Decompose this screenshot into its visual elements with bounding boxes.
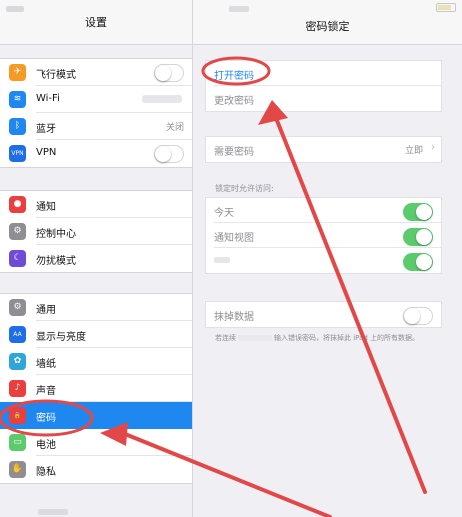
sidebar-item-wallpaper[interactable]: ✿ 墙纸 [0,348,192,375]
blurred-status [6,6,24,12]
wallpaper-icon: ✿ [9,353,26,370]
notifications-view-row: 通知视图 [206,223,441,248]
require-passcode-value: 立即 [404,146,423,156]
erase-data-note: 若连续 输入错误密码，将抹掉此 iPad 上的所有数据。 [215,333,450,343]
sidebar-item-label: 电池 [36,440,56,451]
chevron-right-icon: › [431,142,435,153]
sidebar-item-label: 蓝牙 [36,124,56,135]
sidebar-item-wifi[interactable]: ≋ Wi-Fi [0,86,192,113]
sidebar-item-label: VPN [36,147,57,158]
sidebar-item-label: 隐私 [36,467,56,478]
turn-passcode-on-row[interactable]: 打开密码 [206,61,441,86]
sidebar-item-do-not-disturb[interactable]: ☾ 勿扰模式 [0,245,192,272]
sidebar-item-notifications[interactable]: ● 通知 [0,191,192,218]
blurred-label [214,257,230,263]
control-center-icon: ⚙ [9,223,26,240]
erase-data-toggle[interactable] [403,307,433,325]
require-passcode-row[interactable]: 需要密码 立即 › [206,137,441,162]
display-icon: AA [9,326,26,343]
blurred-status [229,6,249,12]
sidebar-item-passcode[interactable]: 🔒 密码 [0,402,192,429]
sidebar-nav-bar: 设置 [0,0,192,45]
sidebar-group-system: ⚙ 通用 AA 显示与亮度 ✿ 墙纸 ♪ 声音 🔒 密码 ▭ 电池 ✋ 隐私 [0,293,192,484]
sidebar-item-label: 勿扰模式 [36,256,76,267]
settings-sidebar: 设置 ✈ 飞行模式 ≋ Wi-Fi ᛒ 蓝牙 关闭 VPN VPN ● 通知 ⚙ 控制中心 ☾ 勿扰模式 … [0,0,193,517]
require-passcode-group: 需要密码 立即 › [205,136,442,163]
sidebar-item-privacy[interactable]: ✋ 隐私 [0,456,192,483]
settings-screen: 设置 ✈ 飞行模式 ≋ Wi-Fi ᛒ 蓝牙 关闭 VPN VPN ● 通知 ⚙ 控制中心 ☾ 勿扰模式 … [0,0,462,517]
erase-data-group: 抹掉数据 [205,301,442,328]
sidebar-item-bluetooth[interactable]: ᛒ 蓝牙 关闭 [0,113,192,140]
sidebar-item-airplane[interactable]: ✈ 飞行模式 [0,59,192,86]
turn-passcode-on-label: 打开密码 [214,71,254,82]
today-label: 今天 [214,208,234,219]
allow-access-header: 锁定时允许访问: [215,184,274,193]
airplane-toggle[interactable] [154,64,184,82]
passcode-icon: 🔒 [9,407,26,424]
sidebar-item-general[interactable]: ⚙ 通用 [0,294,192,321]
general-icon: ⚙ [9,299,26,316]
allow-access-group: 今天 通知视图 [205,197,442,274]
passcode-actions-group: 打开密码 更改密码 [205,60,442,112]
change-passcode-row[interactable]: 更改密码 [206,86,441,111]
today-toggle[interactable] [403,203,433,221]
sidebar-item-control-center[interactable]: ⚙ 控制中心 [0,218,192,245]
change-passcode-label: 更改密码 [214,96,254,107]
sidebar-item-display[interactable]: AA 显示与亮度 [0,321,192,348]
sidebar-item-label: 通知 [36,202,56,213]
sidebar-item-label: 通用 [36,305,56,316]
sidebar-item-label: Wi-Fi [36,93,60,104]
privacy-icon: ✋ [9,461,26,478]
bluetooth-icon: ᛒ [9,118,26,135]
sidebar-item-sounds[interactable]: ♪ 声音 [0,375,192,402]
siri-row [206,248,441,273]
battery-icon: ▭ [9,434,26,451]
today-row: 今天 [206,198,441,223]
sidebar-item-label: 飞行模式 [36,70,76,81]
battery-indicator-icon [436,3,456,12]
erase-note-prefix: 若连续 [215,334,236,342]
siri-toggle[interactable] [403,253,433,271]
require-passcode-label: 需要密码 [214,147,254,158]
sidebar-item-label: 声音 [36,386,56,397]
sidebar-item-label: 控制中心 [36,229,76,240]
sidebar-item-label: 显示与亮度 [36,332,86,343]
notifications-icon: ● [9,196,26,213]
wifi-icon: ≋ [9,91,26,108]
notifications-view-label: 通知视图 [214,233,254,244]
vpn-icon: VPN [9,145,26,162]
sounds-icon: ♪ [9,380,26,397]
notifications-view-toggle[interactable] [403,228,433,246]
sidebar-item-value: 关闭 [165,123,184,133]
sidebar-group-connectivity: ✈ 飞行模式 ≋ Wi-Fi ᛒ 蓝牙 关闭 VPN VPN [0,58,192,168]
sidebar-item-label: 墙纸 [36,359,56,370]
airplane-icon: ✈ [9,64,26,81]
sidebar-group-notifications: ● 通知 ⚙ 控制中心 ☾ 勿扰模式 [0,190,192,273]
sidebar-item-battery[interactable]: ▭ 电池 [0,429,192,456]
erase-data-label: 抹掉数据 [214,312,254,323]
do-not-disturb-icon: ☾ [9,250,26,267]
sidebar-item-label: 密码 [36,413,56,424]
blurred-footer [38,509,68,515]
detail-nav-bar: 密码锁定 [193,0,462,45]
erase-note-suffix: 输入错误密码，将抹掉此 iPad 上的所有数据。 [274,334,420,342]
sidebar-title: 设置 [85,16,107,29]
detail-title: 密码锁定 [305,20,350,33]
passcode-detail-pane: 密码锁定 打开密码 更改密码 需要密码 立即 › 锁定时允许访问: 今天 通知视… [193,0,462,517]
blurred-network-name [142,95,182,103]
erase-data-row: 抹掉数据 [206,302,441,327]
vpn-toggle[interactable] [154,145,184,163]
sidebar-item-vpn[interactable]: VPN VPN [0,140,192,167]
